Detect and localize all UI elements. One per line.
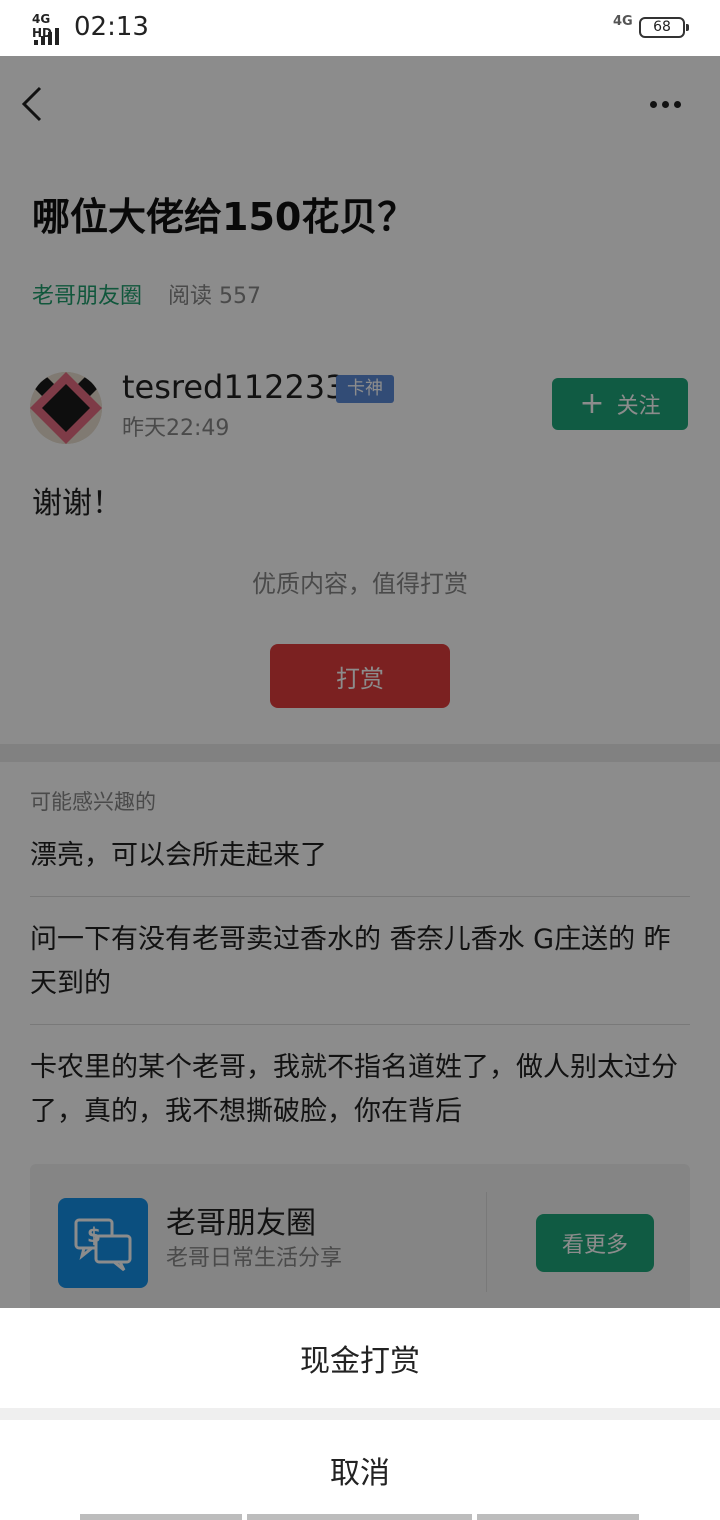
- status-time: 02:13: [74, 12, 149, 42]
- status-bar: 4G HD 02:13 4G 68: [0, 0, 720, 56]
- cancel-button[interactable]: 取消: [0, 1420, 720, 1520]
- nav-hint-bar: [247, 1514, 472, 1520]
- nav-hint-bar: [477, 1514, 639, 1520]
- cash-reward-label: 现金打赏: [300, 1344, 420, 1379]
- modal-overlay[interactable]: [0, 56, 720, 1520]
- battery-level: 68: [653, 19, 671, 35]
- nav-hint-bar: [80, 1514, 242, 1520]
- cash-reward-option[interactable]: 现金打赏: [0, 1308, 720, 1408]
- network-label: 4G: [613, 14, 633, 29]
- action-sheet: 现金打赏 取消: [0, 1308, 720, 1520]
- battery-icon: 68: [639, 17, 689, 38]
- signal-icon: 4G HD: [32, 12, 68, 45]
- cancel-label: 取消: [330, 1456, 390, 1491]
